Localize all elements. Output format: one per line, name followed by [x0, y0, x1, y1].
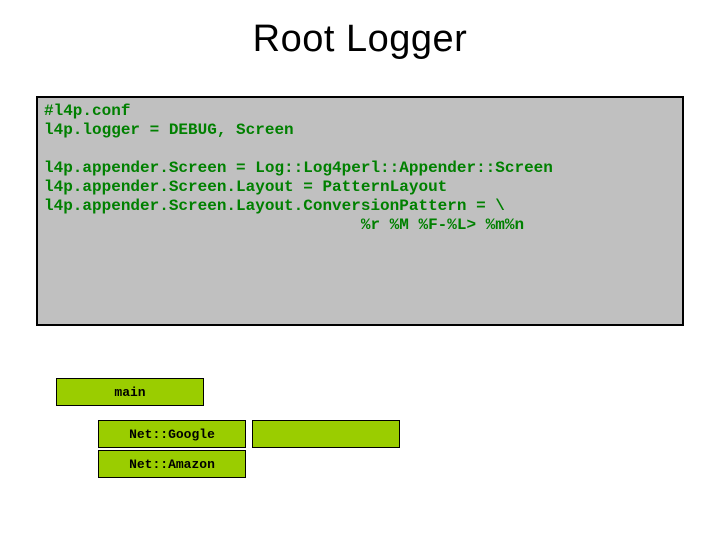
node-empty: [252, 420, 400, 448]
code-line: #l4p.conf: [44, 102, 130, 120]
node-net-google: Net::Google: [98, 420, 246, 448]
page-title: Root Logger: [0, 18, 720, 61]
config-code-block: #l4p.conf l4p.logger = DEBUG, Screen l4p…: [36, 96, 684, 326]
code-line: l4p.appender.Screen.Layout = PatternLayo…: [44, 178, 447, 196]
code-content: #l4p.conf l4p.logger = DEBUG, Screen l4p…: [44, 102, 676, 235]
code-line: l4p.appender.Screen.Layout.ConversionPat…: [44, 197, 505, 215]
code-line: l4p.appender.Screen = Log::Log4perl::App…: [44, 159, 553, 177]
node-main: main: [56, 378, 204, 406]
logger-hierarchy-diagram: main Net::Google Net::Amazon: [36, 370, 684, 510]
node-net-amazon: Net::Amazon: [98, 450, 246, 478]
code-line: %r %M %F-%L> %m%n: [44, 216, 524, 234]
code-line: l4p.logger = DEBUG, Screen: [44, 121, 294, 139]
